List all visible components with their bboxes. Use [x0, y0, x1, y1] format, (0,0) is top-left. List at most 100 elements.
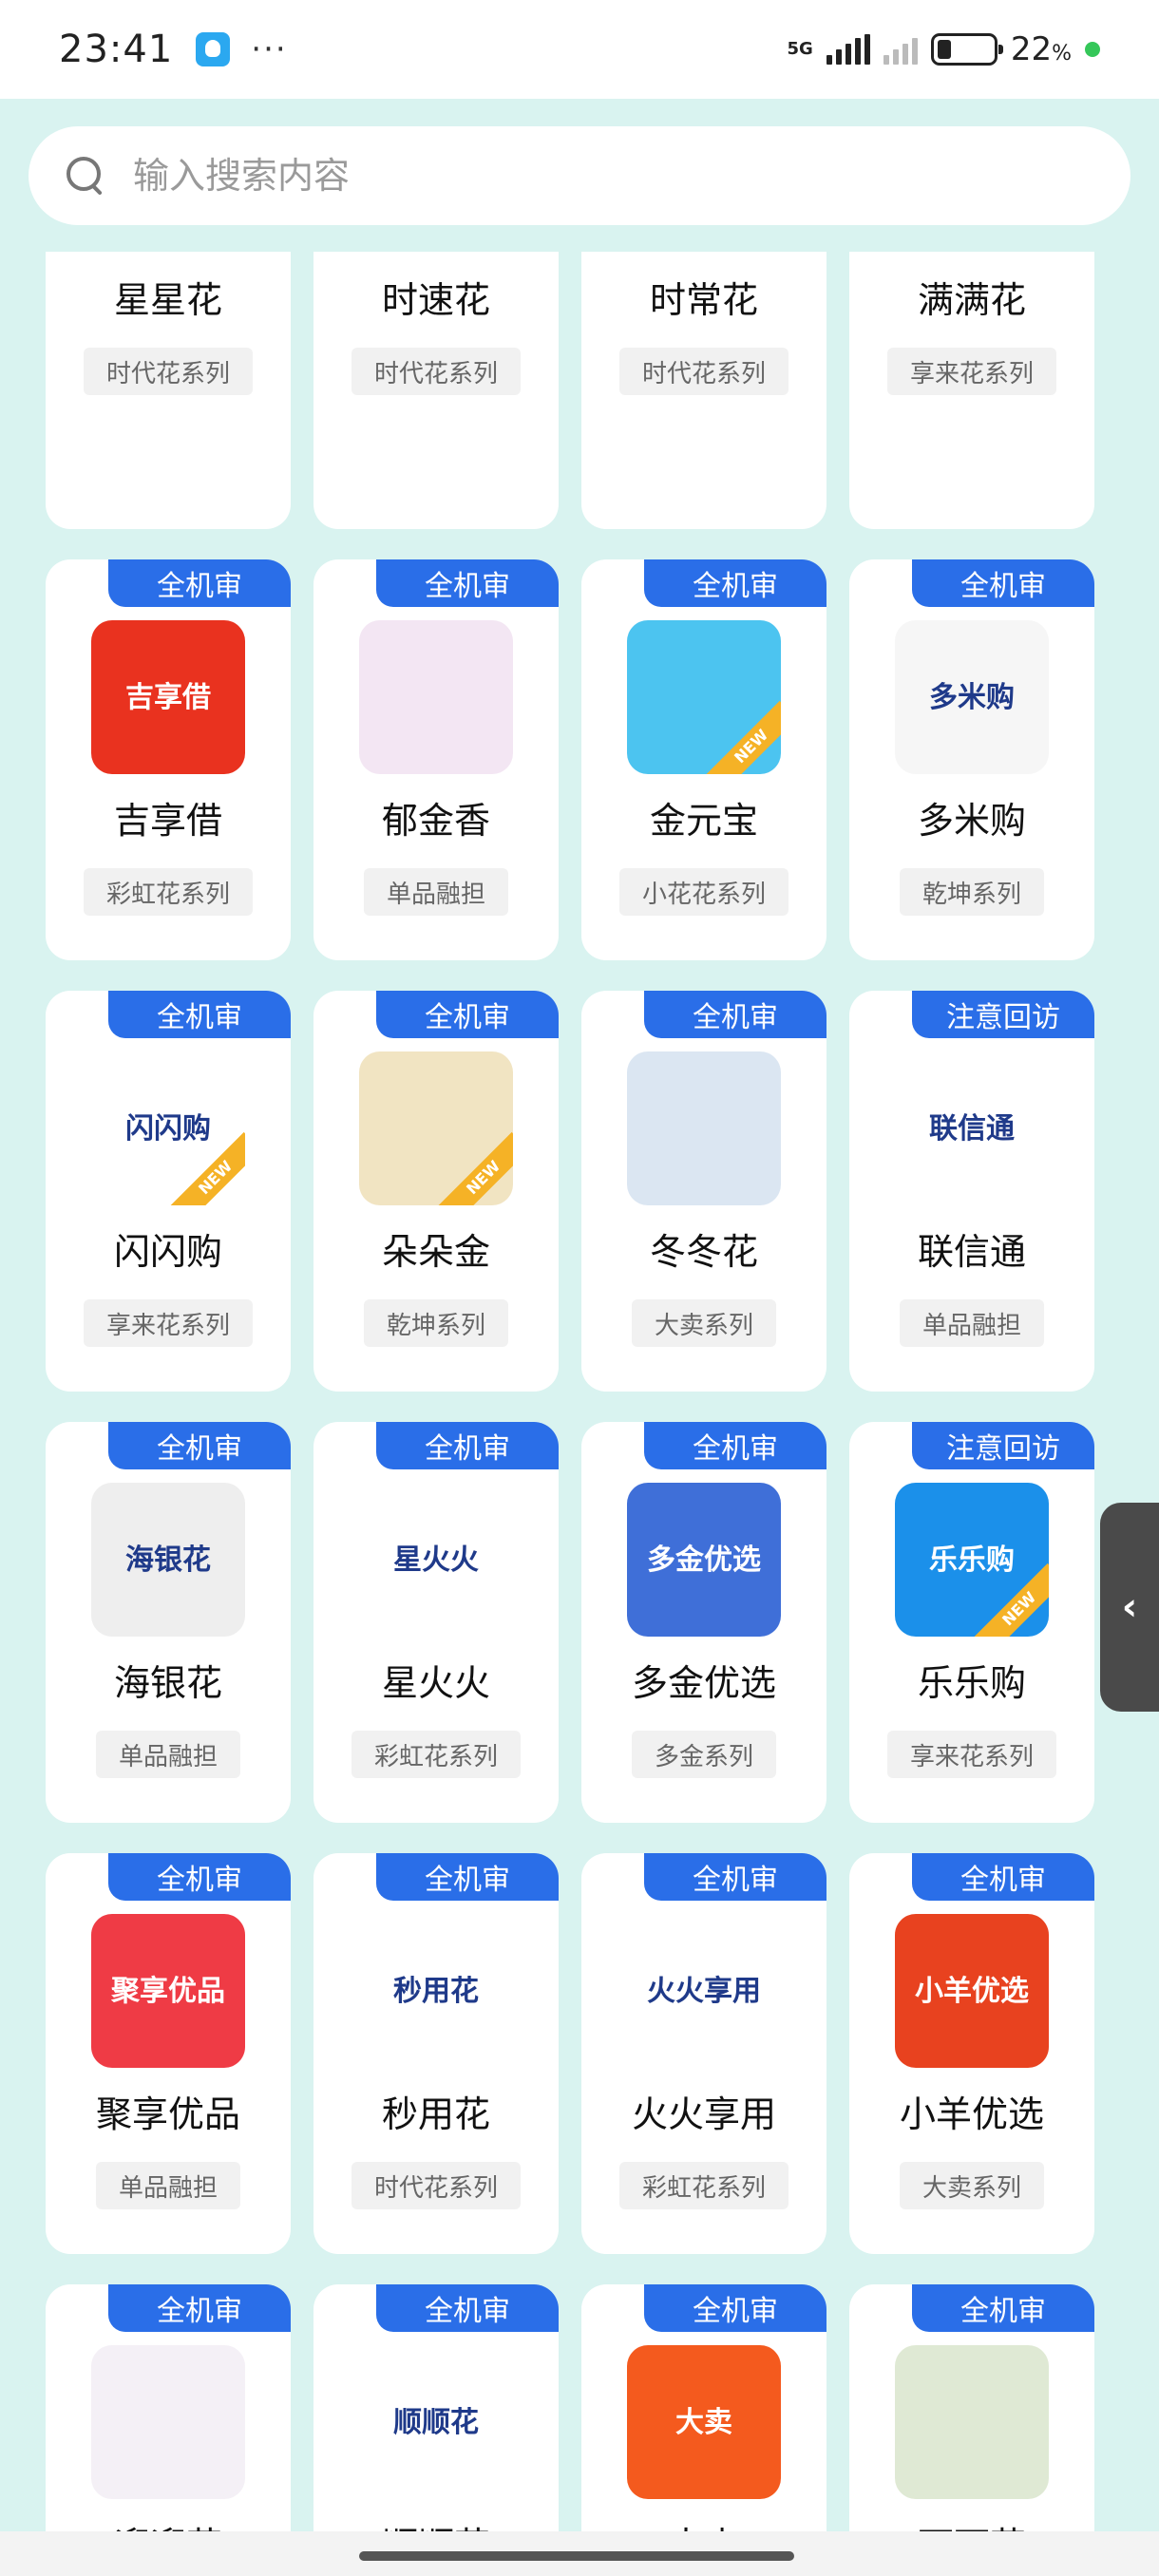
series-tag: 彩虹花系列	[351, 1731, 521, 1778]
review-badge: 全机审	[644, 1422, 826, 1469]
app-card[interactable]: 全机审 NEW 朵朵金 乾坤系列	[314, 991, 559, 1392]
network-type: 5G	[787, 39, 813, 59]
search-icon	[66, 157, 104, 195]
review-badge: 全机审	[376, 1853, 559, 1901]
review-badge: 全机审	[644, 1853, 826, 1901]
app-card[interactable]: 全机审 NEW 金元宝 小花花系列	[581, 559, 826, 960]
new-ribbon-icon: NEW	[437, 1131, 513, 1205]
review-badge: 全机审	[376, 1422, 559, 1469]
app-name: 星星花	[113, 279, 222, 321]
app-card[interactable]: 全机审 多金优选 多金优选 多金系列	[581, 1422, 826, 1823]
app-card[interactable]: 全机审 海银花 海银花 单品融担	[46, 1422, 291, 1823]
shanshan-logo: 闪闪购 NEW	[91, 1051, 245, 1205]
series-tag: 享来花系列	[83, 1299, 253, 1347]
review-badge: 全机审	[644, 559, 826, 607]
app-card[interactable]: 注意回访 乐乐购 NEW 乐乐购 享来花系列	[849, 1422, 1094, 1823]
search-bar[interactable]	[28, 126, 1130, 225]
app-card[interactable]: 全机审 星火火 星火火 彩虹花系列	[314, 1422, 559, 1823]
more-notifications-icon: ···	[251, 30, 288, 68]
app-card[interactable]: 全机审 聚享优品 聚享优品 单品融担	[46, 1853, 291, 2254]
series-tag: 单品融担	[95, 2162, 240, 2209]
app-grid-viewport[interactable]: 星星花 时代花系列 时速花 时代花系列 时常花 时代花系列 满满花 享来花系列 全机审 吉享借 吉享…	[0, 252, 1159, 2531]
flame-logo: 火火享用	[627, 1914, 781, 2068]
chevron-left-icon: ‹	[1121, 1585, 1138, 1629]
app-card[interactable]: 全机审大卖大卖大卖系列	[581, 2284, 826, 2531]
review-badge: 全机审	[376, 559, 559, 607]
status-bar: 23:41 ··· 5G 22%	[0, 0, 1159, 99]
app-name: 乐乐购	[917, 1662, 1026, 1704]
app-grid: 星星花 时代花系列 时速花 时代花系列 时常花 时代花系列 满满花 享来花系列 全机审 吉享借 吉享…	[46, 252, 1094, 2531]
series-tag: 时代花系列	[83, 348, 253, 395]
app-card[interactable]: 全机审迎迎花彩虹花系列	[46, 2284, 291, 2531]
series-tag: 彩虹花系列	[83, 868, 253, 916]
home-indicator[interactable]	[359, 2551, 794, 2561]
side-drawer-tab[interactable]: ‹	[1100, 1503, 1159, 1712]
app-card[interactable]: 全机审顺顺花顺顺花乾坤系列	[314, 2284, 559, 2531]
logo-text: 顺顺花	[393, 2405, 479, 2439]
review-badge: 全机审	[644, 991, 826, 1038]
app-card[interactable]: 满满花 享来花系列	[849, 252, 1094, 529]
logo-text: 多米购	[929, 680, 1015, 714]
app-card[interactable]: 时常花 时代花系列	[581, 252, 826, 529]
review-badge: 注意回访	[912, 991, 1094, 1038]
app-name: 海银花	[113, 1662, 222, 1704]
app-card[interactable]: 全机审 小羊优选 小羊优选 大卖系列	[849, 1853, 1094, 2254]
app-card[interactable]: 全机审 闪闪购 NEW 闪闪购 享来花系列	[46, 991, 291, 1392]
logo-text: 联信通	[929, 1111, 1015, 1146]
lianxin-logo: 联信通	[895, 1051, 1049, 1205]
series-tag: 时代花系列	[351, 2162, 521, 2209]
domi-logo: 多米购	[895, 620, 1049, 774]
app-card[interactable]: 注意回访 联信通 联信通 单品融担	[849, 991, 1094, 1392]
series-tag: 享来花系列	[886, 348, 1056, 395]
privacy-indicator-icon	[1085, 42, 1100, 57]
haiyin-logo: 海银花	[91, 1483, 245, 1637]
app-name: 时速花	[381, 279, 490, 321]
app-card[interactable]: 全机审 多米购 多米购 乾坤系列	[849, 559, 1094, 960]
review-badge: 全机审	[912, 1853, 1094, 1901]
app-name: 小羊优选	[899, 2093, 1044, 2135]
series-tag: 多金系列	[631, 1731, 776, 1778]
status-time: 23:41	[59, 28, 174, 71]
series-tag: 小花花系列	[618, 868, 788, 916]
review-badge: 全机审	[108, 2284, 291, 2332]
app-card[interactable]: 全机审 冬冬花 大卖系列	[581, 991, 826, 1392]
app-card[interactable]: 全机审 吉享借 吉享借 彩虹花系列	[46, 559, 291, 960]
review-badge: 全机审	[644, 2284, 826, 2332]
review-badge: 全机审	[108, 559, 291, 607]
white-flower-logo	[895, 2345, 1049, 2499]
qq-notification-icon	[196, 32, 231, 66]
miaoyong-logo: 秒用花	[359, 1914, 513, 2068]
app-name: 大卖	[668, 2516, 740, 2531]
gold-flower-logo: NEW	[359, 1051, 513, 1205]
logo-text: 秒用花	[393, 1974, 479, 2008]
series-tag: 单品融担	[95, 1731, 240, 1778]
app-card[interactable]: 全机审 秒用花 秒用花 时代花系列	[314, 1853, 559, 2254]
app-card[interactable]: 全机审 火火享用 火火享用 彩虹花系列	[581, 1853, 826, 2254]
bag-logo: 多金优选	[627, 1483, 781, 1637]
app-card[interactable]: 全机审可可花小花花系列	[849, 2284, 1094, 2531]
status-right: 5G 22%	[788, 30, 1100, 68]
app-name: 联信通	[917, 1231, 1026, 1273]
logo-text: 闪闪购	[125, 1111, 211, 1146]
coin-logo: 吉享借	[91, 620, 245, 774]
ingot-logo: NEW	[627, 620, 781, 774]
battery-icon	[930, 33, 1003, 66]
search-input[interactable]	[133, 155, 1092, 197]
app-name: 多金优选	[631, 1662, 776, 1704]
damai-logo: 大卖	[627, 2345, 781, 2499]
signal-secondary-icon	[883, 34, 918, 65]
logo-text: 大卖	[675, 2405, 732, 2439]
series-tag: 时代花系列	[351, 348, 521, 395]
series-tag: 彩虹花系列	[618, 2162, 788, 2209]
series-tag: 单品融担	[363, 868, 508, 916]
shopping-bag-logo: 乐乐购 NEW	[895, 1483, 1049, 1637]
app-card[interactable]: 星星花 时代花系列	[46, 252, 291, 529]
signal-icon	[826, 34, 870, 65]
logo-text: 乐乐购	[929, 1543, 1015, 1577]
app-card[interactable]: 时速花 时代花系列	[314, 252, 559, 529]
series-tag: 乾坤系列	[363, 1299, 508, 1347]
review-badge: 注意回访	[912, 1422, 1094, 1469]
app-card[interactable]: 全机审 郁金香 单品融担	[314, 559, 559, 960]
logo-text: 吉享借	[125, 680, 211, 714]
logo-text: 小羊优选	[915, 1974, 1029, 2008]
